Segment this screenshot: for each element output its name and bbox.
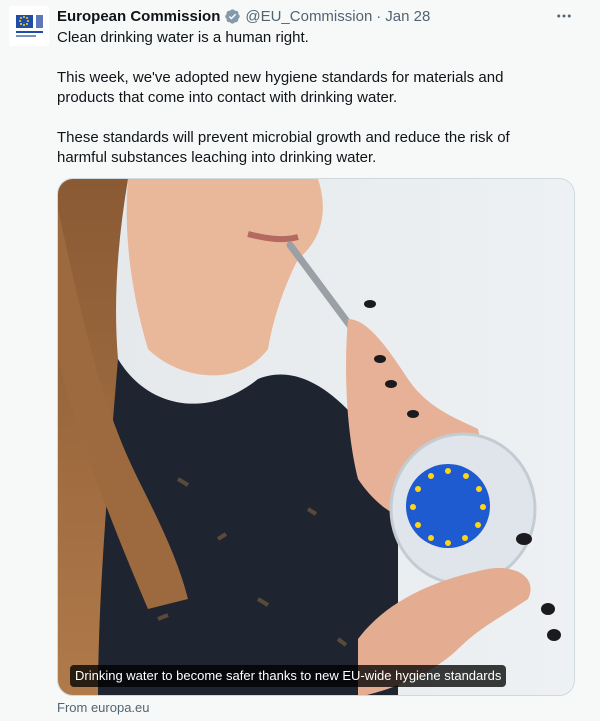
more-horizontal-icon[interactable]: [552, 6, 576, 26]
link-card-caption: Drinking water to become safer thanks to…: [70, 665, 507, 687]
eu-flag-logo: [16, 15, 33, 28]
avatar[interactable]: [9, 6, 49, 46]
tweet-paragraph: Clean drinking water is a human right.: [57, 29, 309, 46]
separator-dot: ·: [376, 7, 382, 25]
tweet-header: European Commission @EU_Commission · Jan…: [57, 6, 430, 26]
tweet-card[interactable]: European Commission @EU_Commission · Jan…: [0, 0, 600, 721]
photo-woman-drinking-with-eu-glass: [58, 179, 574, 695]
link-card-image[interactable]: Drinking water to become safer thanks to…: [57, 178, 575, 696]
tweet-date[interactable]: Jan 28: [385, 8, 430, 25]
verified-badge-icon: [225, 8, 241, 24]
tweet-paragraph: These standards will prevent microbial g…: [57, 129, 510, 166]
tweet-paragraph: This week, we've adopted new hygiene sta…: [57, 69, 504, 106]
author-handle[interactable]: @EU_Commission: [245, 8, 372, 25]
tweet-text: Clean drinking water is a human right. T…: [57, 28, 577, 168]
link-source[interactable]: From europa.eu: [57, 700, 150, 715]
author-name[interactable]: European Commission: [57, 8, 220, 25]
